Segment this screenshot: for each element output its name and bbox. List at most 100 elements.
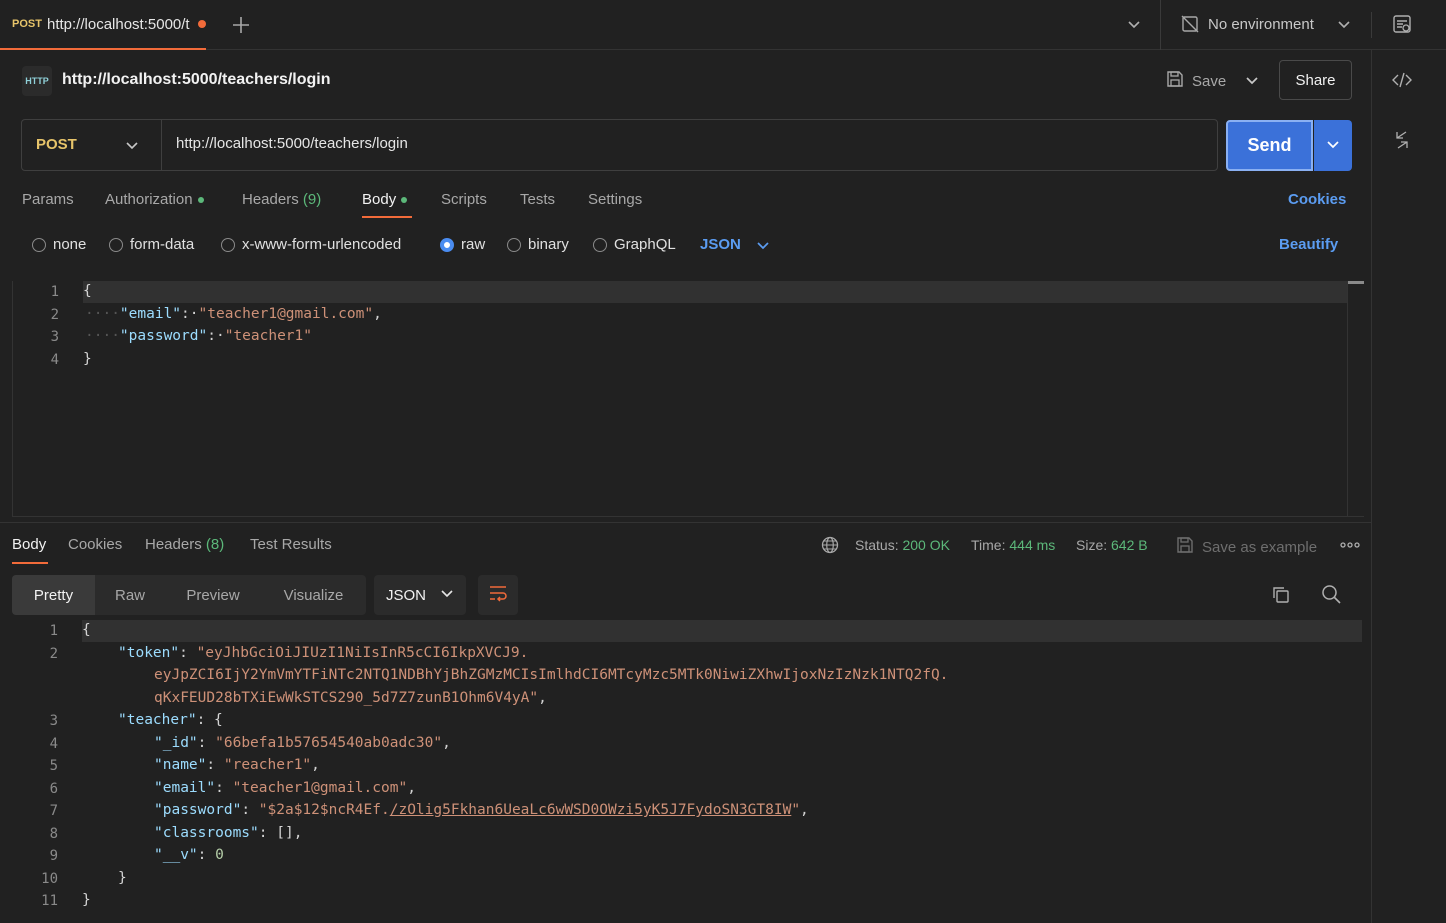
response-tab-cookies[interactable]: Cookies xyxy=(68,536,122,553)
cookies-link[interactable]: Cookies xyxy=(1288,191,1346,208)
environment-quick-look-icon[interactable] xyxy=(1392,14,1412,38)
tab-authorization[interactable]: Authorization xyxy=(105,191,204,208)
response-tab-test-results[interactable]: Test Results xyxy=(250,536,332,553)
scrollbar-thumb[interactable] xyxy=(1348,281,1364,284)
line-number: 2 xyxy=(50,307,59,323)
radio-raw[interactable]: raw xyxy=(440,236,485,253)
copy-icon[interactable] xyxy=(1271,585,1291,609)
save-button[interactable]: Save xyxy=(1166,66,1226,96)
unsaved-dot-icon xyxy=(198,20,206,28)
code-line: ····"email":·"teacher1@gmail.com", xyxy=(85,306,382,322)
request-title[interactable]: http://localhost:5000/teachers/login xyxy=(62,71,331,89)
active-tab-indicator xyxy=(12,562,48,564)
globe-icon[interactable] xyxy=(821,536,839,558)
more-options-icon[interactable] xyxy=(1340,536,1360,553)
view-preview[interactable]: Preview xyxy=(165,575,261,615)
response-tab-headers[interactable]: Headers (8) xyxy=(145,536,224,553)
classrooms-value: [] xyxy=(276,825,294,841)
line-number: 4 xyxy=(50,352,59,368)
response-tab-headers-label: Headers xyxy=(145,536,202,553)
send-options-button[interactable] xyxy=(1314,120,1352,171)
environment-selector-label[interactable]: No environment xyxy=(1208,16,1314,33)
size-readout[interactable]: Size: 642 B xyxy=(1076,537,1148,553)
tabs-dropdown-chevron-icon[interactable] xyxy=(1126,16,1142,36)
line-number: 9 xyxy=(49,848,58,864)
save-as-example-button[interactable]: Save as example xyxy=(1176,536,1317,558)
tab-params[interactable]: Params xyxy=(22,191,74,208)
tab-scripts[interactable]: Scripts xyxy=(441,191,487,208)
active-tab-indicator xyxy=(0,48,206,50)
tab-settings[interactable]: Settings xyxy=(588,191,642,208)
save-options-chevron-icon[interactable] xyxy=(1244,72,1260,92)
radio-circle xyxy=(507,237,521,252)
tab-headers[interactable]: Headers (9) xyxy=(242,191,321,208)
save-as-example-label: Save as example xyxy=(1202,538,1318,556)
code-line: qKxFEUD28bTXiEwWkSTCS290_5d7Z7zunB1Ohm6V… xyxy=(154,690,547,706)
save-icon xyxy=(1176,536,1194,558)
password-value-part3: " xyxy=(791,802,801,818)
token-value-part2: eyJpZCI6IjY2YmVmYTFiNTc2NTQ1NDBhYjBhZGMz… xyxy=(154,667,949,683)
response-body-viewer[interactable]: 1 2 3 4 5 6 7 8 9 10 11 { "token": "eyJh… xyxy=(12,620,1364,923)
radio-binary[interactable]: binary xyxy=(507,236,569,253)
share-button[interactable]: Share xyxy=(1279,60,1352,100)
save-label: Save xyxy=(1192,72,1227,90)
line-number: 2 xyxy=(49,646,58,662)
id-value: "66befa1b57654540ab0adc30" xyxy=(215,735,443,751)
wrap-lines-icon xyxy=(488,584,508,606)
email-value: "teacher1@gmail.com" xyxy=(232,780,408,796)
radio-graphql[interactable]: GraphQL xyxy=(593,236,676,253)
no-environment-icon xyxy=(1180,14,1200,38)
view-raw[interactable]: Raw xyxy=(95,575,165,615)
divider xyxy=(1160,0,1161,50)
response-format-select[interactable]: JSON xyxy=(374,575,466,615)
method-select[interactable]: POST xyxy=(22,120,162,170)
search-icon[interactable] xyxy=(1321,584,1341,608)
url-bar: POST xyxy=(21,119,1218,171)
send-button[interactable]: Send xyxy=(1226,120,1313,171)
collapse-arrows-icon[interactable] xyxy=(1394,131,1410,153)
time-readout[interactable]: Time: 444 ms xyxy=(971,537,1055,553)
password-key: "password" xyxy=(119,328,208,344)
body-format-select[interactable]: JSON xyxy=(700,236,741,253)
radio-urlencoded[interactable]: x-www-form-urlencoded xyxy=(221,236,401,253)
new-tab-plus-icon[interactable] xyxy=(232,14,250,40)
wrap-lines-button[interactable] xyxy=(478,575,518,615)
v-value: 0 xyxy=(215,847,224,863)
url-input[interactable] xyxy=(176,135,1176,152)
radio-form-data[interactable]: form-data xyxy=(109,236,194,253)
radio-circle xyxy=(221,237,235,252)
chevron-down-icon[interactable] xyxy=(756,238,770,256)
editor-scrollbar[interactable] xyxy=(1347,281,1364,517)
beautify-button[interactable]: Beautify xyxy=(1279,236,1338,253)
brace-open: { xyxy=(83,283,92,299)
code-snippet-icon[interactable] xyxy=(1392,71,1412,93)
radio-raw-label: raw xyxy=(461,236,486,253)
environment-chevron-icon[interactable] xyxy=(1336,16,1352,36)
divider xyxy=(1371,12,1372,38)
view-pretty[interactable]: Pretty xyxy=(12,575,95,615)
tab-tests[interactable]: Tests xyxy=(520,191,555,208)
radio-none-label: none xyxy=(53,236,87,253)
time-value: 444 ms xyxy=(1009,537,1056,553)
method-chevron-icon xyxy=(124,137,140,157)
name-value: "reacher1" xyxy=(223,757,312,773)
token-value-part3: qKxFEUD28bTXiEwWkSTCS290_5d7Z7zunB1Ohm6V… xyxy=(154,690,539,706)
code-line: "email": "teacher1@gmail.com", xyxy=(154,780,416,796)
request-body-editor[interactable]: 1 2 3 4 { ····"email":·"teacher1@gmail.c… xyxy=(12,281,1364,517)
http-badge-text: HTTP xyxy=(25,76,49,86)
radio-circle xyxy=(32,237,46,252)
email-key: "email" xyxy=(154,780,216,796)
tab-body-label: Body xyxy=(362,191,397,208)
status-dot-icon xyxy=(197,197,204,204)
status-readout[interactable]: Status: 200 OK xyxy=(855,537,950,553)
code-line: "_id": "66befa1b57654540ab0adc30", xyxy=(154,735,451,751)
password-value-link[interactable]: /zOlig5Fkhan6UeaLc6wWSD0OWzi5yK5J7FydoSN… xyxy=(390,802,792,818)
http-request-icon: HTTP xyxy=(22,66,52,96)
response-tab-body[interactable]: Body xyxy=(12,536,46,553)
radio-none[interactable]: none xyxy=(32,236,86,253)
token-value-part1: "eyJhbGciOiJIUzI1NiIsInR5cCI6IkpXVCJ9. xyxy=(196,645,529,661)
radio-circle-selected xyxy=(440,237,454,252)
size-value: 642 B xyxy=(1111,537,1148,553)
tab-body[interactable]: Body xyxy=(362,191,408,208)
view-visualize[interactable]: Visualize xyxy=(261,575,366,615)
